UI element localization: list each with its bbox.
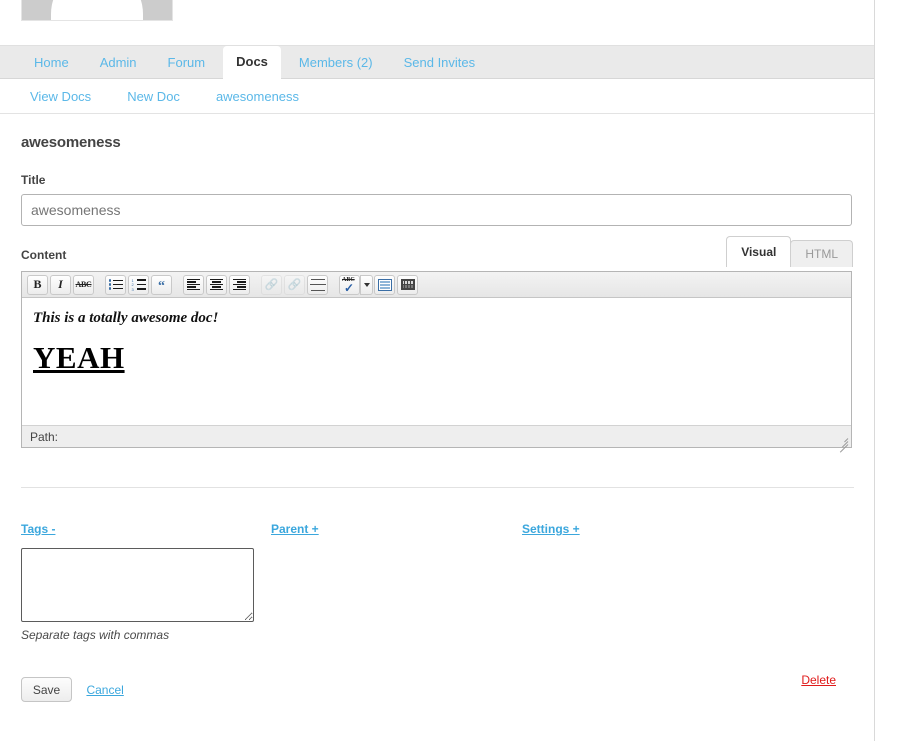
site-header: [0, 0, 874, 45]
editor-mode-tabs: Visual HTML: [726, 236, 853, 267]
tags-hint: Separate tags with commas: [21, 628, 170, 642]
page-root: Home Admin Forum Docs Members (2) Send I…: [0, 0, 902, 741]
link-icon[interactable]: 🔗: [261, 274, 282, 295]
unordered-list-icon[interactable]: [105, 274, 126, 295]
avatar-body-shape: [51, 0, 143, 20]
ordered-list-icon[interactable]: 1 2 3: [128, 274, 149, 295]
blockquote-icon[interactable]: “: [151, 274, 172, 295]
settings-toggle[interactable]: Settings +: [522, 522, 580, 536]
doc-paragraph: This is a totally awesome doc!: [33, 310, 219, 326]
tab-visual[interactable]: Visual: [726, 236, 792, 267]
editor-toolbar: B I ABC 1 2 3 “ 🔗 🔗 ABC ✓: [22, 272, 851, 298]
spellcheck-dropdown-icon[interactable]: [360, 274, 373, 295]
editor-path-label: Path:: [30, 429, 59, 444]
strikethrough-icon[interactable]: ABC: [73, 274, 94, 295]
editor-content-area[interactable]: This is a totally awesome doc! YEAH: [22, 298, 851, 425]
grid-icon[interactable]: [397, 274, 418, 295]
subnav-item-view-docs[interactable]: View Docs: [30, 89, 91, 104]
delete-link[interactable]: Delete: [801, 673, 836, 687]
subnav-item-awesomeness[interactable]: awesomeness: [216, 89, 299, 104]
nav-item-send-invites[interactable]: Send Invites: [391, 49, 489, 78]
section-divider: [21, 487, 854, 488]
primary-nav: Home Admin Forum Docs Members (2) Send I…: [0, 45, 874, 79]
align-right-icon[interactable]: [229, 274, 250, 295]
bold-icon[interactable]: B: [27, 274, 48, 295]
align-left-icon[interactable]: [183, 274, 204, 295]
tags-toggle[interactable]: Tags -: [21, 522, 55, 536]
title-input[interactable]: [21, 194, 852, 226]
group-avatar[interactable]: [21, 0, 173, 21]
italic-icon[interactable]: I: [50, 274, 71, 295]
media-icon[interactable]: [374, 274, 395, 295]
tags-input[interactable]: [21, 548, 254, 622]
align-center-icon[interactable]: [206, 274, 227, 295]
nav-item-admin[interactable]: Admin: [87, 49, 150, 78]
save-button[interactable]: Save: [21, 677, 72, 702]
parent-column: Parent +: [271, 520, 522, 642]
main-content: awesomeness Title Content Visual HTML B …: [0, 114, 874, 717]
editor-statusbar: Path:: [22, 425, 851, 453]
nav-item-home[interactable]: Home: [21, 49, 82, 78]
tags-column: Tags - Separate tags with commas: [21, 520, 271, 642]
tab-html[interactable]: HTML: [790, 240, 853, 267]
spellcheck-icon[interactable]: ABC ✓: [339, 274, 360, 295]
content-field-header: Content Visual HTML: [21, 236, 853, 270]
nav-item-forum[interactable]: Forum: [155, 49, 219, 78]
rich-text-editor: B I ABC 1 2 3 “ 🔗 🔗 ABC ✓ This is a tota…: [21, 271, 852, 453]
subnav-item-new-doc[interactable]: New Doc: [127, 89, 180, 104]
nav-item-members[interactable]: Members (2): [286, 49, 386, 78]
page-container: Home Admin Forum Docs Members (2) Send I…: [0, 0, 875, 741]
editor-resize-handle[interactable]: [836, 433, 849, 453]
form-actions: Save Cancel Delete: [21, 673, 853, 717]
unlink-icon[interactable]: 🔗: [284, 274, 305, 295]
doc-heading: YEAH: [33, 340, 125, 375]
page-title: awesomeness: [21, 134, 121, 151]
secondary-nav: View Docs New Doc awesomeness: [0, 79, 874, 114]
doc-meta-section: Tags - Separate tags with commas Parent …: [21, 520, 853, 642]
parent-toggle[interactable]: Parent +: [271, 522, 319, 536]
horizontal-rule-icon[interactable]: [307, 274, 328, 295]
cancel-link[interactable]: Cancel: [86, 683, 123, 697]
title-field-label: Title: [21, 173, 46, 187]
nav-item-docs[interactable]: Docs: [223, 46, 281, 79]
settings-column: Settings +: [522, 520, 772, 642]
